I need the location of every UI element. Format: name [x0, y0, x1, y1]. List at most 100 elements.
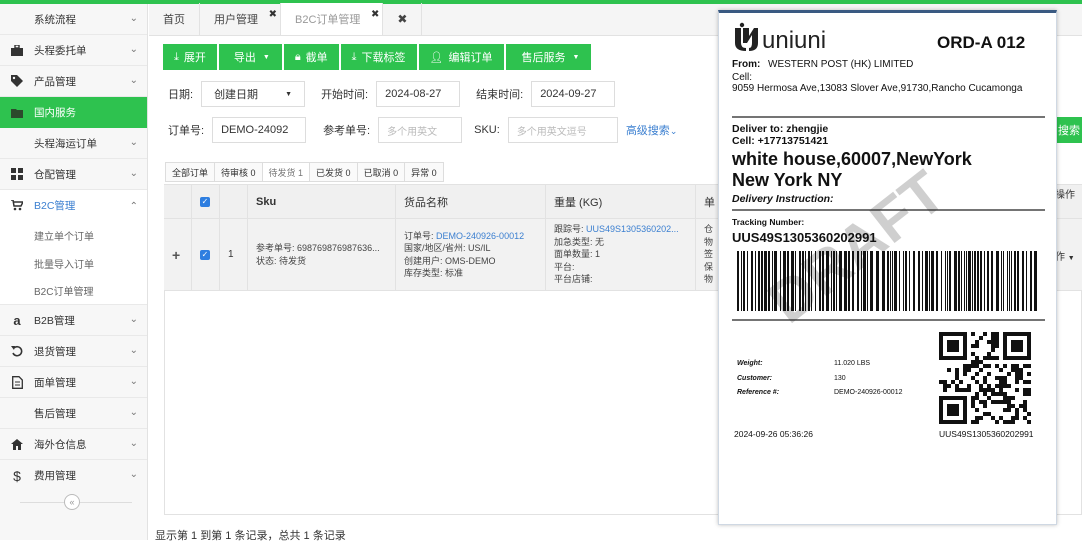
tab-home[interactable]: 首页 [149, 3, 200, 35]
button-label: 导出 [233, 52, 256, 64]
stock-type: 库存类型: 标准 [404, 268, 464, 278]
sidebar-item-b2c[interactable]: B2C管理 ⌃ [0, 190, 147, 221]
sidebar-item-head-sea[interactable]: 头程海运订单 ⌄ [0, 128, 147, 159]
cart-icon [10, 199, 24, 213]
sidebar-item-overseas[interactable]: 海外仓信息 ⌄ [0, 429, 147, 460]
sidebar-item-label: B2B管理 [34, 314, 75, 327]
qr-module [983, 376, 987, 380]
sidebar-item-b2b[interactable]: a B2B管理 ⌄ [0, 305, 147, 336]
tab-b2c-orders[interactable]: B2C订单管理 ✖ [281, 3, 384, 35]
sidebar-item-labels[interactable]: 面单管理 ⌄ [0, 367, 147, 398]
sku-input[interactable]: 多个用英文逗号 [507, 117, 618, 143]
qr-module [987, 384, 991, 388]
qr-module [1023, 404, 1027, 408]
qr-module [979, 416, 983, 420]
order-status: 状态: 待发货 [256, 255, 307, 266]
order-number-link[interactable]: DEMO-240926-00012 [436, 231, 524, 241]
qr-module [983, 404, 987, 408]
row-weight-cell: 跟踪号: UUS49S1305360202... 加急类型: 无 面单数量: 1… [546, 219, 696, 290]
barcode-bar [831, 251, 832, 311]
barcode-bar [903, 251, 904, 311]
sidebar-item-domestic[interactable]: 国内服务 [0, 97, 147, 128]
shipping-label: DRAFT uniuni ORD-A 012 From: WESTERN POS… [731, 22, 1045, 439]
header-select-all[interactable]: ✓ [192, 185, 220, 218]
qr-module [1023, 416, 1027, 420]
sidebar-item-head-entrust[interactable]: 头程委托单 ⌄ [0, 35, 147, 66]
header-weight[interactable]: 重量 (KG) [546, 185, 696, 218]
platform: 平台: [554, 261, 575, 272]
qr-module [987, 396, 991, 400]
qr-module [975, 344, 979, 348]
select-value: 创建日期 [214, 89, 259, 101]
edit-order-button[interactable]: 👤︎ 编辑订单 [418, 44, 504, 70]
after-sales-button[interactable]: 售后服务 ▼ [505, 44, 592, 70]
barcode-bar [892, 251, 893, 311]
barcode-bar [1003, 251, 1004, 311]
qr-module [1027, 380, 1031, 384]
status-tab-exception[interactable]: 异常 0 [404, 162, 444, 182]
sidebar-item-label: 面单管理 [34, 376, 76, 389]
qr-module [1007, 396, 1011, 400]
qr-module [1019, 372, 1023, 376]
tab-user-management[interactable]: 用户管理 ✖ [200, 3, 281, 35]
from-address: 9059 Hermosa Ave,13083 Slover Ave,91730,… [732, 83, 1023, 94]
qr-module [1003, 408, 1007, 412]
caret-down-icon: ▼ [572, 53, 580, 61]
input-value: DEMO-24092 [221, 124, 289, 136]
status-tab-shipped[interactable]: 已发货 0 [309, 162, 357, 182]
qr-module [1007, 408, 1011, 412]
header-goods[interactable]: 货品名称 [396, 185, 546, 218]
qr-module [983, 332, 987, 336]
tracking-number: UUS49S1305360202991 [732, 230, 877, 245]
status-tab-pending-ship[interactable]: 待发货 1 [261, 162, 310, 182]
qr-module [963, 368, 967, 372]
header-sku[interactable]: Sku [248, 185, 396, 218]
status-tab-pending-review[interactable]: 待审核 0 [214, 162, 262, 182]
search-button[interactable]: 搜索 [1056, 117, 1082, 143]
barcode-bar [905, 251, 907, 311]
close-icon[interactable]: ✖ [371, 9, 379, 20]
qr-module [1011, 364, 1015, 368]
tracking-link[interactable]: UUS49S1305360202... [586, 224, 679, 234]
qr-module [975, 356, 979, 360]
expand-button[interactable]: ⤓ 展开 [163, 44, 217, 70]
start-time-input[interactable]: 2024-08-27 [376, 81, 461, 107]
tracking-label: Tracking Number: [732, 217, 804, 227]
qr-module [971, 400, 975, 404]
cut-order-button[interactable]: 🔒︎ 截单 [283, 44, 339, 70]
close-icon[interactable]: ✖ [269, 9, 277, 20]
download-label-button[interactable]: ⤓ 下载标签 [340, 44, 417, 70]
sidebar-collapse-button[interactable]: « [64, 494, 80, 510]
qr-module [1023, 400, 1027, 404]
barcode-bar [996, 251, 999, 311]
button-label: 售后服务 [521, 52, 566, 64]
sidebar-item-products[interactable]: 产品管理 ⌄ [0, 66, 147, 97]
sidebar-item-b2c-orders[interactable]: B2C订单管理 [0, 277, 147, 305]
sidebar-item-fees[interactable]: $ 费用管理 ⌄ [0, 460, 147, 491]
sidebar-item-warehouse[interactable]: 仓配管理 ⌄ [0, 159, 147, 190]
pagination-info: 显示第 1 到第 1 条记录，总共 1 条记录 [155, 530, 346, 542]
dollar-icon: $ [13, 467, 21, 484]
reference-number-input[interactable]: 多个用英文 [378, 117, 463, 143]
qr-module [1015, 368, 1019, 372]
status-tab-cancelled[interactable]: 已取消 0 [356, 162, 405, 182]
sidebar-item-returns[interactable]: 退货管理 ⌄ [0, 336, 147, 367]
date-type-select[interactable]: 创建日期 ▼ [201, 81, 306, 107]
qr-module [959, 388, 963, 392]
sidebar-item-after-sales[interactable]: 售后管理 ⌄ [0, 398, 147, 429]
qr-module [971, 344, 975, 348]
sidebar-item-label: 售后管理 [34, 407, 76, 420]
row-expand-button[interactable]: + [164, 219, 192, 290]
order-number-input[interactable]: DEMO-24092 [212, 117, 307, 143]
sidebar-item-batch-import[interactable]: 批量导入订单 [0, 249, 147, 277]
qr-module [991, 392, 995, 396]
export-button[interactable]: 导出 ▼ [218, 44, 282, 70]
customer-label: Customer: [737, 375, 772, 382]
end-time-input[interactable]: 2024-09-27 [531, 81, 616, 107]
sidebar-item-create-order[interactable]: 建立单个订单 [0, 221, 147, 249]
advanced-search-link[interactable]: 高级搜索⌄ [626, 122, 678, 138]
status-tab-all[interactable]: 全部订单 [165, 162, 215, 182]
close-all-tabs-button[interactable]: ✖ [383, 3, 423, 35]
row-checkbox[interactable]: ✓ [192, 219, 220, 290]
sidebar-item-system-flow[interactable]: 系统流程 ⌄ [0, 4, 147, 35]
